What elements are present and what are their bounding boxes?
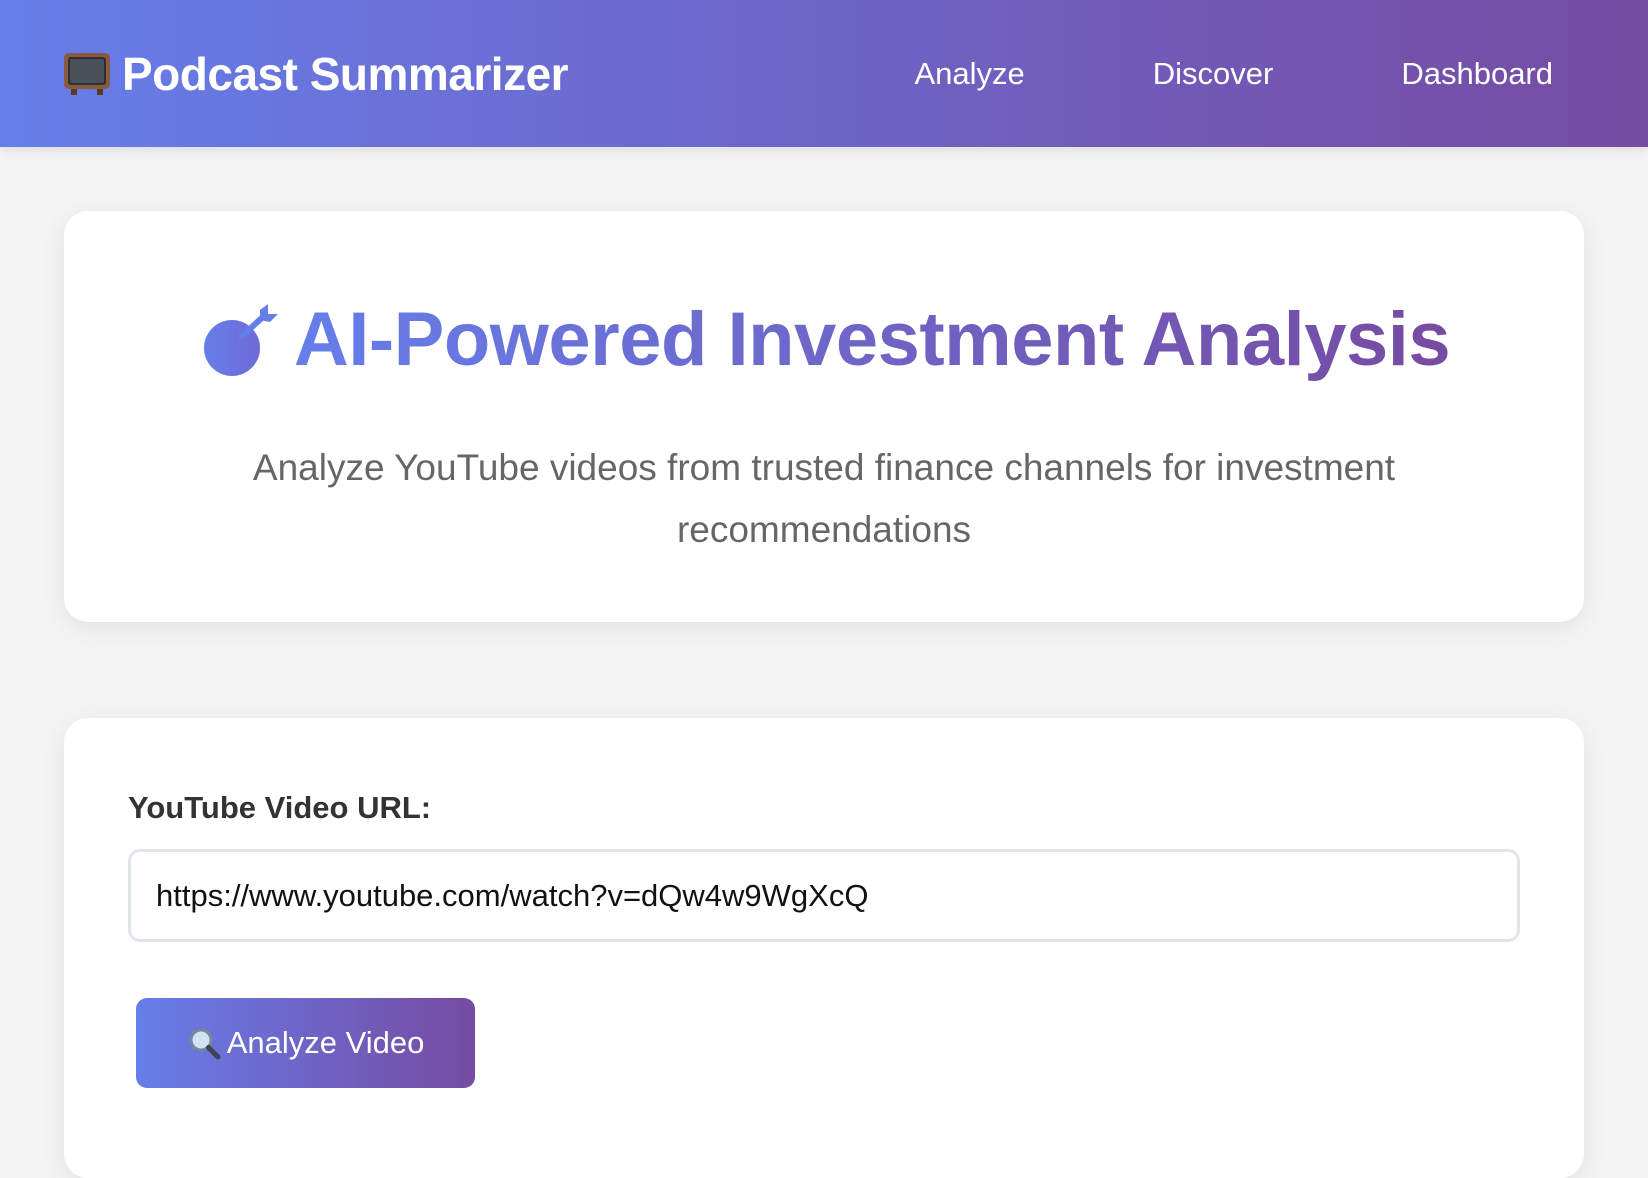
brand-title: Podcast Summarizer: [122, 48, 569, 100]
brand[interactable]: Podcast Summarizer: [62, 44, 569, 104]
nav-link-discover[interactable]: Discover: [1153, 52, 1274, 96]
analyze-video-button[interactable]: Analyze Video: [136, 998, 475, 1088]
analyze-form-card: [64, 718, 1584, 1178]
youtube-url-input[interactable]: [128, 849, 1520, 942]
television-icon: [64, 53, 110, 95]
dart-target-icon: [203, 304, 278, 376]
magnifier-icon: [189, 1028, 221, 1060]
hero-title: AI-Powered Investment Analysis: [294, 295, 1451, 385]
nav-link-dashboard[interactable]: Dashboard: [1401, 52, 1553, 96]
hero-subtitle: Analyze YouTube videos from trusted fina…: [252, 447, 1396, 550]
nav-link-analyze[interactable]: Analyze: [914, 52, 1024, 96]
analyze-video-label: Analyze Video: [226, 1025, 425, 1060]
url-field-label: YouTube Video URL:: [128, 790, 432, 825]
top-navbar: Podcast Summarizer Analyze Discover Dash…: [0, 0, 1648, 147]
hero-heading: AI-Powered Investment Analysis: [0, 295, 1648, 385]
main-nav: Analyze Discover Dashboard: [914, 52, 1553, 96]
